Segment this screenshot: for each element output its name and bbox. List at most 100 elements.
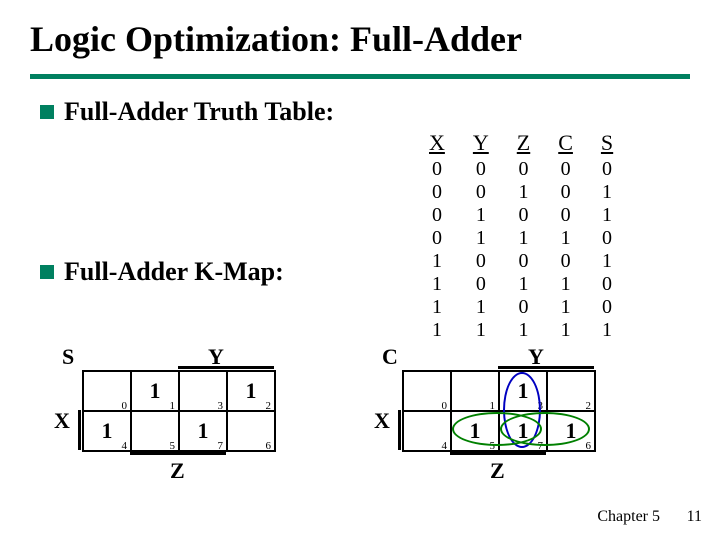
table-cell: 0	[459, 181, 503, 204]
kmap-s: S Y X Z 011312145176	[60, 348, 310, 488]
table-cell: 0	[544, 204, 587, 227]
table-cell: 1	[544, 296, 587, 319]
kmap-cell: 5	[131, 411, 179, 451]
table-cell: 0	[587, 158, 627, 181]
kmap-cell: 12	[227, 371, 275, 411]
kmap-cell-index: 6	[266, 440, 272, 452]
table-row: 10001	[415, 250, 627, 273]
table-cell: 0	[587, 227, 627, 250]
kmap-c-out-label: C	[382, 344, 398, 370]
kmap-cell: 3	[179, 371, 227, 411]
kmap-cell-index: 5	[170, 440, 176, 452]
kmap-c-z-bar	[450, 452, 546, 455]
table-cell: 1	[459, 227, 503, 250]
truth-table-header: X Y Z C S	[415, 130, 627, 158]
table-cell: 1	[587, 319, 627, 342]
kmap-cell: 4	[403, 411, 451, 451]
table-cell: 0	[503, 204, 544, 227]
kmap-c-x-bar	[398, 410, 401, 450]
table-row: 11111	[415, 319, 627, 342]
table-cell: 1	[459, 296, 503, 319]
bullet-icon	[40, 265, 54, 279]
kmap-cell-index: 4	[442, 440, 448, 452]
table-row: 10110	[415, 273, 627, 296]
table-row: 11010	[415, 296, 627, 319]
table-cell: 1	[415, 319, 459, 342]
th-s: S	[587, 130, 627, 158]
kmap-cell-index: 4	[122, 440, 128, 452]
kmap-cell-value: 1	[150, 378, 161, 404]
bullet-kmap-label: Full-Adder K-Map:	[64, 257, 284, 287]
footer-chapter: Chapter 5	[597, 508, 660, 526]
kmap-c-x-label: X	[374, 408, 390, 434]
kmap-s-x-label: X	[54, 408, 70, 434]
kmap-s-z-bar	[130, 452, 226, 455]
th-y: Y	[459, 130, 503, 158]
kmap-s-out-label: S	[62, 344, 74, 370]
table-cell: 0	[459, 273, 503, 296]
table-cell: 0	[459, 158, 503, 181]
truth-table: X Y Z C S 000000010101001011101000110110…	[415, 130, 627, 342]
table-row: 00101	[415, 181, 627, 204]
kmap-cell-value: 1	[102, 418, 113, 444]
table-cell: 0	[415, 158, 459, 181]
table-cell: 0	[587, 296, 627, 319]
kmap-s-z-label: Z	[170, 458, 185, 484]
kmap-c-group-h2	[500, 412, 590, 446]
table-cell: 1	[415, 273, 459, 296]
kmap-c-y-bar	[498, 366, 594, 369]
table-cell: 1	[544, 319, 587, 342]
kmap-c: C Y X Z 011324151716	[380, 348, 630, 488]
footer-page: 11	[687, 508, 702, 526]
table-cell: 0	[459, 250, 503, 273]
table-cell: 0	[587, 273, 627, 296]
table-row: 01110	[415, 227, 627, 250]
th-c: C	[544, 130, 587, 158]
kmap-cell: 1	[451, 371, 499, 411]
bullet-icon	[40, 105, 54, 119]
kmap-cell-index: 6	[586, 440, 592, 452]
kmap-cell: 17	[179, 411, 227, 451]
table-cell: 1	[544, 227, 587, 250]
table-cell: 1	[503, 319, 544, 342]
table-cell: 1	[503, 273, 544, 296]
table-cell: 0	[544, 250, 587, 273]
table-cell: 0	[415, 181, 459, 204]
table-cell: 1	[415, 250, 459, 273]
table-cell: 1	[503, 181, 544, 204]
kmap-cell: 6	[227, 411, 275, 451]
kmap-cell-value: 1	[246, 378, 257, 404]
table-cell: 0	[415, 227, 459, 250]
title-rule	[30, 74, 690, 79]
table-cell: 0	[503, 296, 544, 319]
kmap-c-z-label: Z	[490, 458, 505, 484]
table-cell: 0	[544, 158, 587, 181]
table-cell: 1	[459, 204, 503, 227]
bullet-truth-label: Full-Adder Truth Table:	[64, 97, 334, 127]
kmap-s-grid: 011312145176	[82, 370, 276, 452]
table-cell: 1	[587, 181, 627, 204]
table-cell: 1	[503, 227, 544, 250]
th-x: X	[415, 130, 459, 158]
slide-title: Logic Optimization: Full-Adder	[0, 0, 720, 60]
table-row: 00000	[415, 158, 627, 181]
kmap-cell: 2	[547, 371, 595, 411]
kmap-cell: 0	[83, 371, 131, 411]
kmap-cell-value: 1	[198, 418, 209, 444]
table-cell: 0	[415, 204, 459, 227]
table-cell: 1	[415, 296, 459, 319]
bullet-truth-table: Full-Adder Truth Table:	[0, 97, 720, 127]
kmap-s-x-bar	[78, 410, 81, 450]
kmap-cell: 11	[131, 371, 179, 411]
table-cell: 0	[503, 250, 544, 273]
th-z: Z	[503, 130, 544, 158]
kmap-area: S Y X Z 011312145176 C Y X Z 01132415171…	[60, 348, 630, 488]
kmap-cell: 14	[83, 411, 131, 451]
table-cell: 0	[544, 181, 587, 204]
kmap-cell: 0	[403, 371, 451, 411]
table-row: 01001	[415, 204, 627, 227]
table-cell: 0	[503, 158, 544, 181]
table-cell: 1	[459, 319, 503, 342]
table-cell: 1	[587, 204, 627, 227]
kmap-cell-index: 7	[218, 440, 224, 452]
